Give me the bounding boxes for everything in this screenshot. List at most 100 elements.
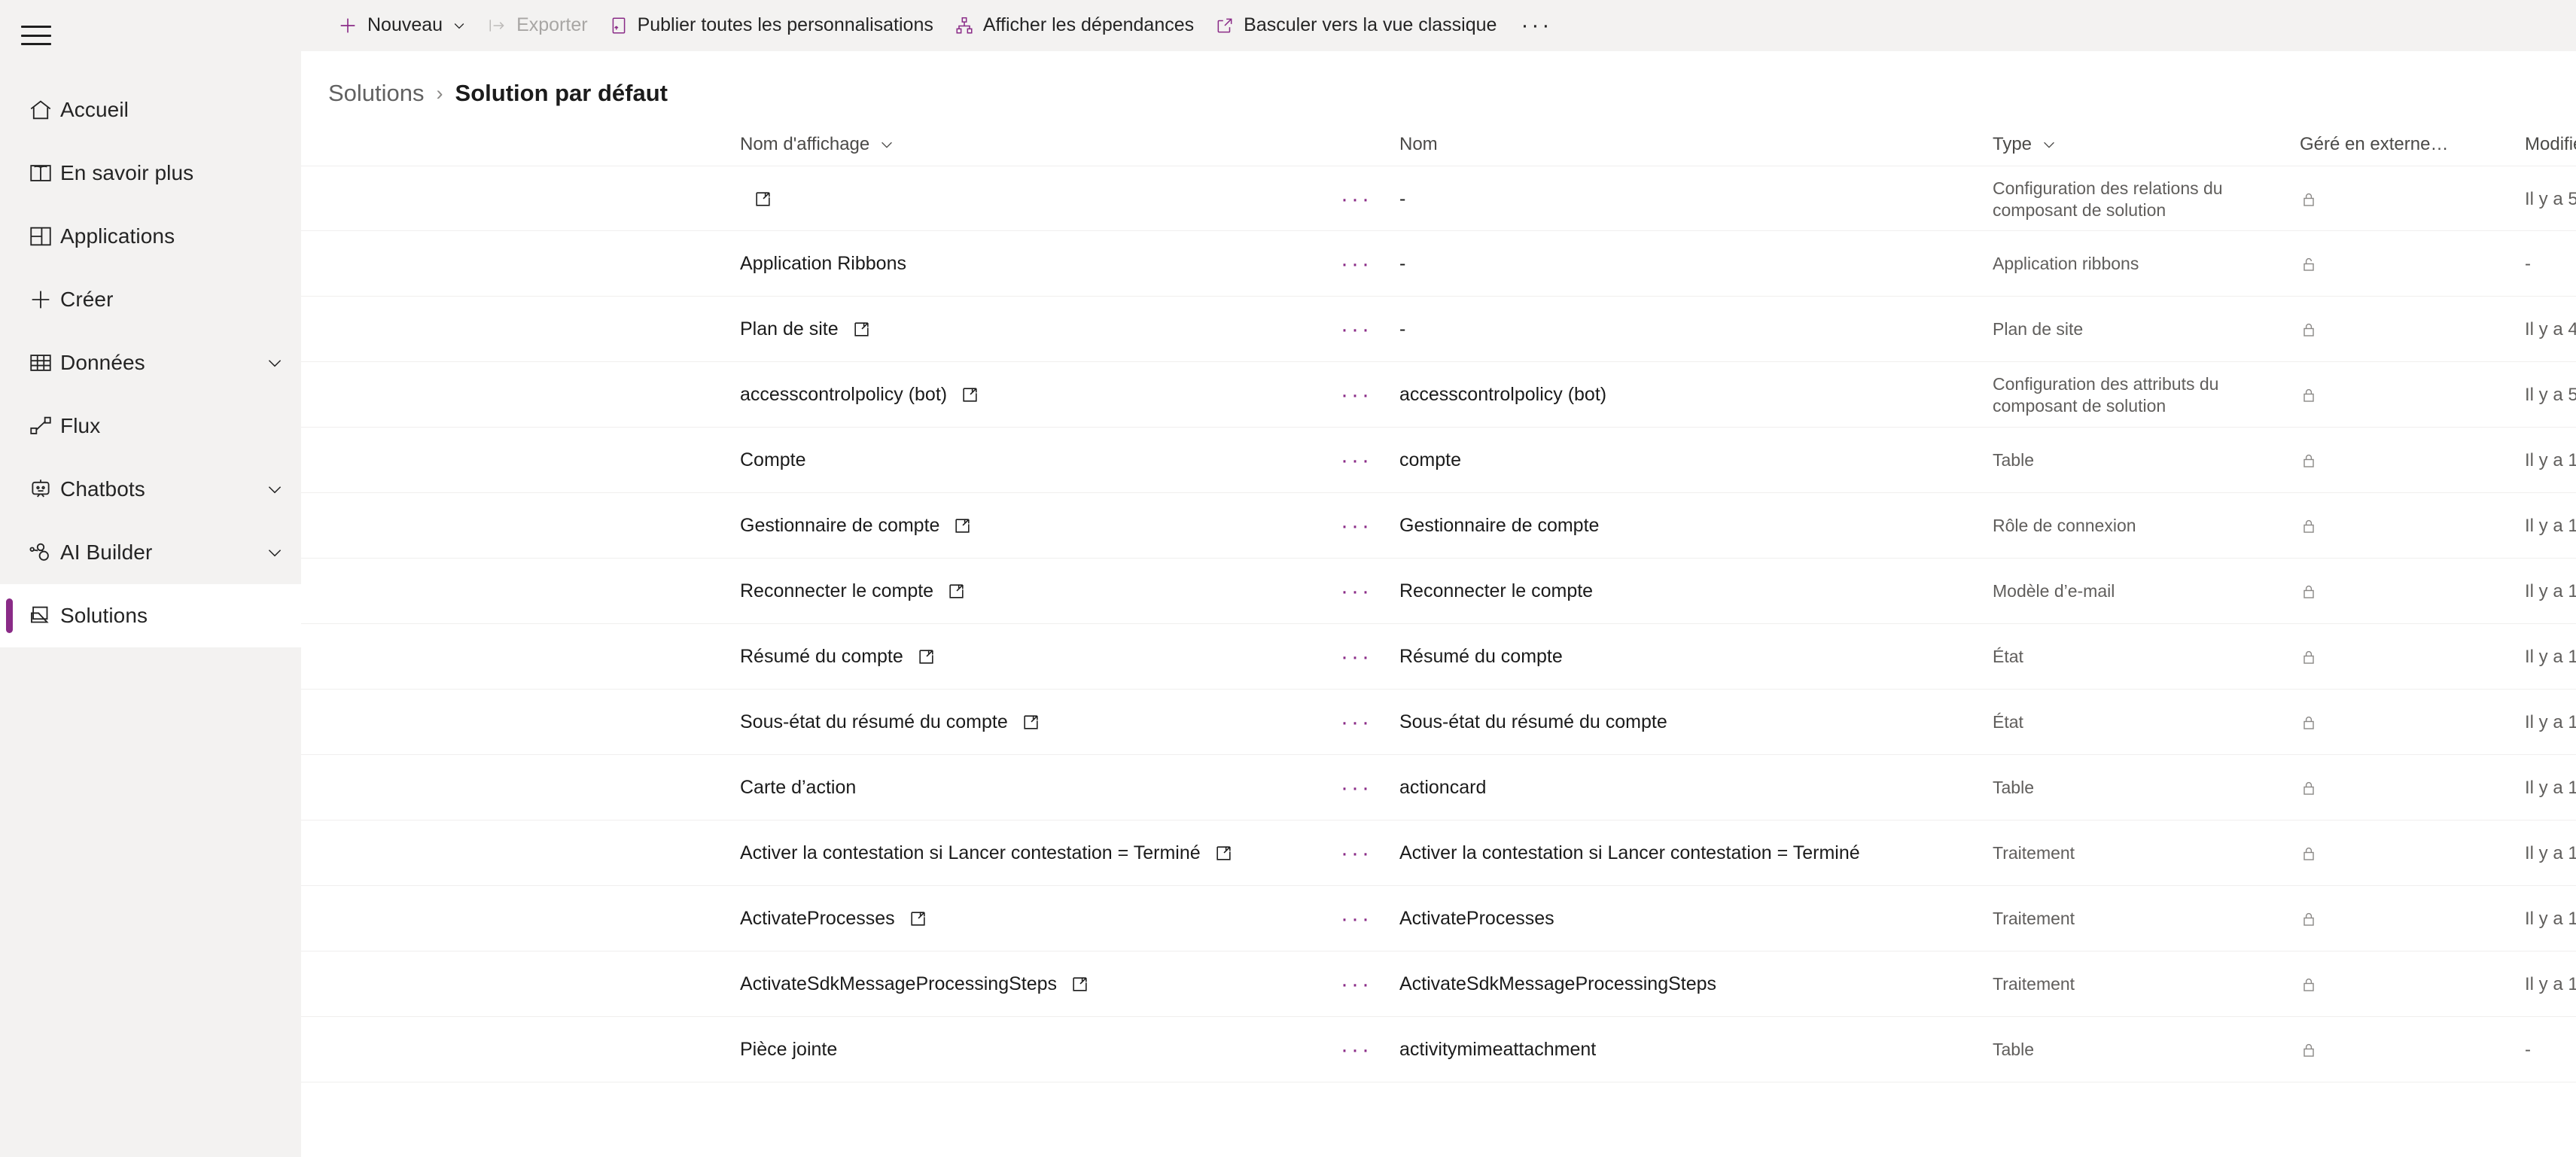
cell-name: actioncard <box>1399 755 1486 821</box>
open-external-icon[interactable] <box>947 582 966 601</box>
sidebar-item-donn-es[interactable]: Données <box>0 331 301 394</box>
export-button-label: Exporter <box>516 14 588 35</box>
publish-all-customizations-button[interactable]: Publier toutes les personnalisations <box>598 0 944 51</box>
sidebar-item-en-savoir-plus[interactable]: En savoir plus <box>0 142 301 205</box>
cell-display-name[interactable]: Reconnecter le compte <box>740 559 966 624</box>
cell-modified: - <box>2525 231 2531 297</box>
new-button[interactable]: Nouveau <box>327 0 477 51</box>
display-name-text: accesscontrolpolicy (bot) <box>740 384 948 405</box>
chevron-down-icon[interactable] <box>265 353 285 373</box>
table-row[interactable]: Résumé du compte ··· Résumé du compte État I… <box>301 624 2576 690</box>
column-header-label: Type <box>1993 134 2032 154</box>
table-row[interactable]: Reconnecter le compte ··· Reconnecter le c… <box>301 559 2576 624</box>
display-name-text: Gestionnaire de compte <box>740 515 940 536</box>
table-row[interactable]: Plan de site ···- Plan de site Il y a 4 sem… <box>301 297 2576 362</box>
show-dependencies-button[interactable]: Afficher les dépendances <box>944 0 1204 51</box>
column-header-type[interactable]: Type <box>1993 134 2057 155</box>
table-row[interactable]: Sous-état du résumé du compte ··· Sous-éta… <box>301 690 2576 755</box>
sidebar-item-accueil[interactable]: Accueil <box>0 78 301 142</box>
row-more-menu-button[interactable]: ··· <box>1334 886 1379 951</box>
type-text: Table <box>1993 1040 2034 1060</box>
open-external-icon[interactable] <box>917 647 936 666</box>
row-more-menu-button[interactable]: ··· <box>1334 428 1379 493</box>
row-more-menu-button[interactable]: ··· <box>1334 166 1379 232</box>
more-commands-button[interactable]: ··· <box>1507 0 1566 51</box>
column-header-label: Géré en externe… <box>2300 134 2449 154</box>
breadcrumb-parent-link[interactable]: Solutions <box>328 80 425 107</box>
table-row[interactable]: accesscontrolpolicy (bot) ··· accesscontro… <box>301 362 2576 428</box>
cell-display-name[interactable]: Résumé du compte <box>740 624 936 690</box>
display-name-text: Reconnecter le compte <box>740 580 934 601</box>
row-more-menu-button[interactable]: ··· <box>1334 951 1379 1017</box>
cell-display-name[interactable]: ActivateSdkMessageProcessingSteps <box>740 951 1089 1017</box>
row-more-menu-button[interactable]: ··· <box>1334 755 1379 821</box>
cell-display-name[interactable]: accesscontrolpolicy (bot) <box>740 362 979 428</box>
open-external-icon[interactable] <box>1022 713 1040 732</box>
cell-display-name[interactable]: Application Ribbons <box>740 231 906 297</box>
table-row[interactable]: Carte d’action ··· actioncard Table Il y a 1… <box>301 755 2576 821</box>
table-row[interactable]: ActivateSdkMessageProcessingSteps ··· Acti… <box>301 951 2576 1017</box>
type-text: Traitement <box>1993 909 2075 929</box>
table-row[interactable]: Compte···compteTableIl y a 1 mo-- <box>301 428 2576 493</box>
open-external-icon[interactable] <box>961 385 979 404</box>
export-button[interactable]: Exporter <box>477 0 598 51</box>
cell-managed-externally <box>2300 886 2345 951</box>
sidebar-item-cr-er[interactable]: Créer <box>0 268 301 331</box>
sidebar-item-applications[interactable]: Applications <box>0 205 301 268</box>
cell-display-name[interactable]: Plan de site <box>740 297 871 362</box>
cell-display-name[interactable]: ActivateProcesses <box>740 886 927 951</box>
table-row[interactable]: ··· - Configuration des relations du compo… <box>301 166 2576 231</box>
cell-type: Table <box>1993 1017 2294 1082</box>
cell-display-name[interactable] <box>740 166 772 232</box>
row-more-menu-button[interactable]: ··· <box>1334 231 1379 297</box>
column-header-display_name[interactable]: Nom d'affichage <box>740 134 895 155</box>
open-external-icon[interactable] <box>909 909 927 928</box>
row-more-menu-button[interactable]: ··· <box>1334 362 1379 428</box>
breadcrumb: Solutions › Solution par défaut <box>301 51 2576 116</box>
table-row[interactable]: Application Ribbons ··· - Application ribbo… <box>301 231 2576 297</box>
open-external-icon[interactable] <box>852 320 871 339</box>
plus-icon <box>337 15 358 36</box>
cell-display-name[interactable]: Sous-état du résumé du compte <box>740 690 1040 755</box>
open-external-icon[interactable] <box>1070 975 1089 994</box>
table-row[interactable]: ActivateProcesses ··· ActivateProcesses Tra… <box>301 886 2576 951</box>
lock-closed-icon <box>2300 976 2318 994</box>
cell-display-name[interactable]: Activer la contestation si Lancer contes… <box>740 821 1233 886</box>
row-more-menu-button[interactable]: ··· <box>1334 690 1379 755</box>
row-more-menu-button[interactable]: ··· <box>1334 821 1379 886</box>
open-external-icon[interactable] <box>953 516 972 535</box>
table-row[interactable]: Activer la contestation si Lancer contes… <box>301 821 2576 886</box>
cell-managed-externally <box>2300 362 2345 428</box>
cell-managed-externally <box>2300 624 2345 690</box>
type-text: Traitement <box>1993 843 2075 863</box>
sidebar-item-solutions[interactable]: Solutions <box>0 584 301 647</box>
modified-text: Il y a 4 sem <box>2525 318 2576 339</box>
menu-hamburger-button[interactable] <box>0 6 301 65</box>
cell-display-name[interactable]: Gestionnaire de compte <box>740 493 972 559</box>
chevron-down-icon <box>2041 136 2057 153</box>
command-bar: Nouveau Exporter Publier toutes les pers… <box>301 0 2576 51</box>
chevron-down-icon[interactable] <box>265 543 285 562</box>
lock-closed-icon <box>2300 648 2318 666</box>
sidebar-item-flux[interactable]: Flux <box>0 394 301 458</box>
sidebar-item-chatbots[interactable]: Chatbots <box>0 458 301 521</box>
cell-name: Résumé du compte <box>1399 624 1563 690</box>
cell-modified: Il y a 5 j <box>2525 362 2576 428</box>
cell-display-name[interactable]: Pièce jointe <box>740 1017 837 1082</box>
switch-to-classic-button[interactable]: Basculer vers la vue classique <box>1204 0 1507 51</box>
cell-display-name[interactable]: Carte d’action <box>740 755 856 821</box>
cell-name: Sous-état du résumé du compte <box>1399 690 1667 755</box>
cell-display-name[interactable]: Compte <box>740 428 806 493</box>
row-more-menu-button[interactable]: ··· <box>1334 559 1379 624</box>
row-more-menu-button[interactable]: ··· <box>1334 493 1379 559</box>
open-external-icon[interactable] <box>754 190 772 209</box>
cell-modified: Il y a 1 mo <box>2525 886 2576 951</box>
table-row[interactable]: Pièce jointe ··· activitymimeattachment Tab… <box>301 1017 2576 1082</box>
row-more-menu-button[interactable]: ··· <box>1334 624 1379 690</box>
chevron-down-icon[interactable] <box>265 480 285 499</box>
row-more-menu-button[interactable]: ··· <box>1334 1017 1379 1082</box>
sidebar-item-ai-builder[interactable]: AI Builder <box>0 521 301 584</box>
table-row[interactable]: Gestionnaire de compte ··· Gestionnaire de… <box>301 493 2576 559</box>
row-more-menu-button[interactable]: ··· <box>1334 297 1379 362</box>
open-external-icon[interactable] <box>1214 844 1233 863</box>
